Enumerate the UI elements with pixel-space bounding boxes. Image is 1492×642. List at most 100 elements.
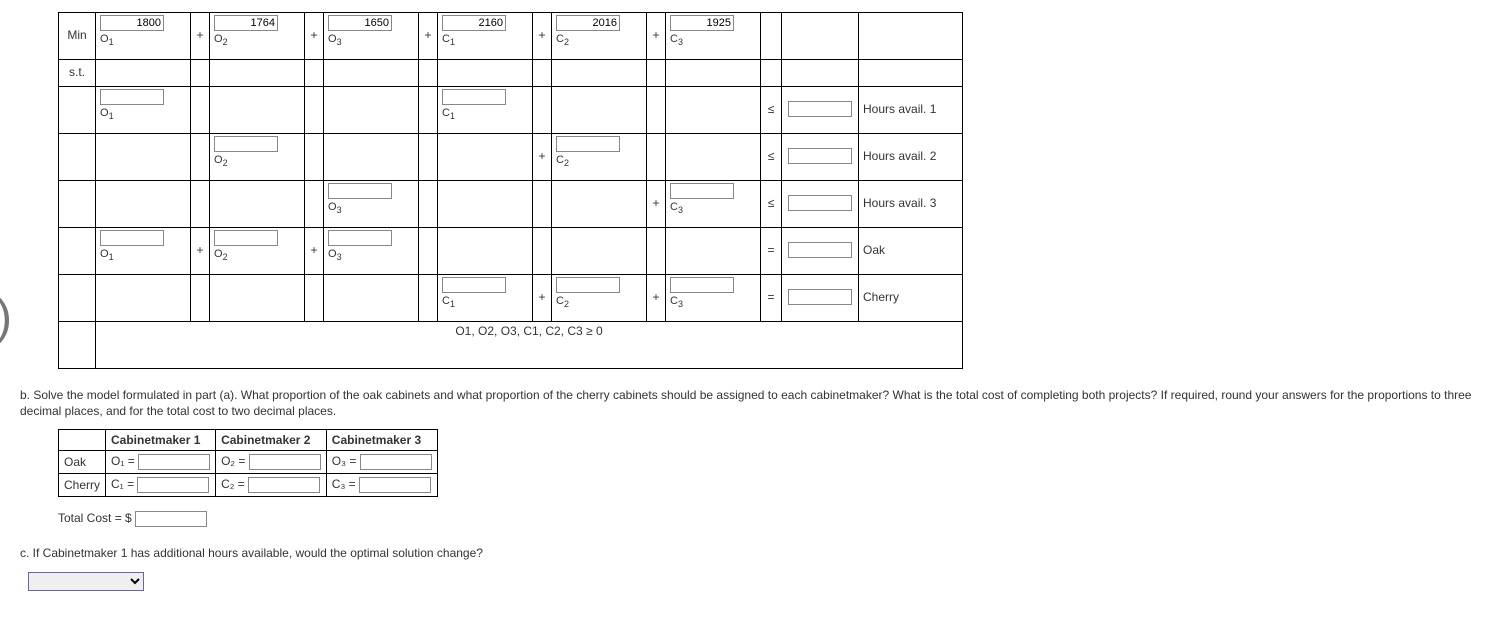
c3-coef-o3[interactable] [328, 183, 392, 199]
ans-header-c3: Cabinetmaker 3 [326, 430, 437, 451]
obj-coef-o2[interactable] [214, 15, 278, 31]
partial-parenthesis: ) [0, 290, 12, 345]
plus-c5-1: + [533, 275, 552, 322]
obj-cell-c3: C3 [666, 13, 761, 60]
ans-input-o1[interactable] [138, 454, 210, 470]
var-o2: O2 [214, 33, 228, 45]
c4-coef-o1[interactable] [100, 230, 164, 246]
c5-cell-c3: C3 [666, 275, 761, 322]
obj-rhs-lbl [859, 13, 963, 60]
obj-coef-c2[interactable] [556, 15, 620, 31]
obj-cell-c2: C2 [552, 13, 647, 60]
rhs-h3[interactable] [788, 195, 852, 211]
ans-label-o1: O₁ = [111, 454, 135, 468]
total-cost-label: Total Cost = $ [58, 511, 132, 525]
plus-4: + [533, 13, 552, 60]
rhs-label-h1: Hours avail. 1 [859, 87, 963, 134]
rhs-label-h3: Hours avail. 3 [859, 181, 963, 228]
plus-c4-1: + [191, 228, 210, 275]
c3-cell-c3: C3 [666, 181, 761, 228]
var-c1: C1 [442, 33, 455, 45]
var-c2: C2 [556, 33, 569, 45]
ans-label-o2: O₂ = [221, 454, 245, 468]
plus-c4-2: + [305, 228, 324, 275]
ans-label-c3: C₃ = [332, 477, 356, 491]
ans-label-c2: C₂ = [221, 477, 245, 491]
c4-cell-o1: O1 [96, 228, 191, 275]
c3-coef-c3[interactable] [670, 183, 734, 199]
c1-cell-c1: C1 [438, 87, 533, 134]
c4-coef-o2[interactable] [214, 230, 278, 246]
rel-le-2: ≤ [761, 134, 782, 181]
c4-cell-o3: O3 [324, 228, 419, 275]
obj-coef-c3[interactable] [670, 15, 734, 31]
rel-le-1: ≤ [761, 87, 782, 134]
obj-cell-c1: C1 [438, 13, 533, 60]
obj-coef-c1[interactable] [442, 15, 506, 31]
rhs-h1[interactable] [788, 101, 852, 117]
obj-cell-o3: O3 [324, 13, 419, 60]
total-cost-input[interactable] [135, 511, 207, 527]
plus-5: + [647, 13, 666, 60]
rhs-h2[interactable] [788, 148, 852, 164]
plus-c5-2: + [647, 275, 666, 322]
c5-cell-c2: C2 [552, 275, 647, 322]
rhs-cherry[interactable] [788, 289, 852, 305]
obj-coef-o3[interactable] [328, 15, 392, 31]
rhs-label-h2: Hours avail. 2 [859, 134, 963, 181]
obj-rhs-in [782, 13, 859, 60]
c2-cell-c2: C2 [552, 134, 647, 181]
ans-input-c3[interactable] [359, 477, 431, 493]
ans-row-cherry: Cherry [59, 474, 106, 497]
rhs-label-cherry: Cherry [859, 275, 963, 322]
c1-cell-o1: O1 [96, 87, 191, 134]
c2-cell-o2: O2 [210, 134, 305, 181]
ans-input-o3[interactable] [360, 454, 432, 470]
st-label: s.t. [59, 60, 96, 87]
rel-eq-cherry: = [761, 275, 782, 322]
ans-header-c1: Cabinetmaker 1 [106, 430, 216, 451]
c2-coef-o2[interactable] [214, 136, 278, 152]
part-c-text: c. If Cabinetmaker 1 has additional hour… [20, 545, 1472, 561]
ans-row-oak: Oak [59, 451, 106, 474]
answer-table: Cabinetmaker 1 Cabinetmaker 2 Cabinetmak… [58, 429, 438, 497]
plus-2: + [305, 13, 324, 60]
c1-coef-o1[interactable] [100, 89, 164, 105]
obj-label: Min [59, 13, 96, 60]
rel-eq-oak: = [761, 228, 782, 275]
obj-cell-o1: O1 [96, 13, 191, 60]
rhs-label-oak: Oak [859, 228, 963, 275]
ans-input-o2[interactable] [249, 454, 321, 470]
var-o1: O1 [100, 33, 114, 45]
c4-coef-o3[interactable] [328, 230, 392, 246]
plus-c3: + [647, 181, 666, 228]
ans-input-c1[interactable] [137, 477, 209, 493]
c5-coef-c3[interactable] [670, 277, 734, 293]
nonneg-constraint: O1, O2, O3, C1, C2, C3 ≥ 0 [96, 322, 963, 369]
obj-coef-o1[interactable] [100, 15, 164, 31]
ans-label-c1: C₁ = [111, 477, 134, 491]
ans-input-c2[interactable] [248, 477, 320, 493]
c5-coef-c2[interactable] [556, 277, 620, 293]
obj-cell-o2: O2 [210, 13, 305, 60]
plus-3: + [419, 13, 438, 60]
c5-cell-c1: C1 [438, 275, 533, 322]
ans-label-o3: O₃ = [332, 454, 357, 468]
ans-header-c2: Cabinetmaker 2 [216, 430, 327, 451]
plus-1: + [191, 13, 210, 60]
rhs-oak[interactable] [788, 242, 852, 258]
obj-rel [761, 13, 782, 60]
var-c3: C3 [670, 33, 683, 45]
rel-le-3: ≤ [761, 181, 782, 228]
c2-coef-c2[interactable] [556, 136, 620, 152]
ans-header-blank [59, 430, 106, 451]
part-b-text: b. Solve the model formulated in part (a… [20, 387, 1472, 419]
lp-table: Min O1 + O2 + O3 + C1 + C2 + C3 [58, 12, 963, 369]
c3-cell-o3: O3 [324, 181, 419, 228]
c5-coef-c1[interactable] [442, 277, 506, 293]
plus-c2: + [533, 134, 552, 181]
part-c-select[interactable] [28, 572, 144, 591]
c1-coef-c1[interactable] [442, 89, 506, 105]
var-o3: O3 [328, 33, 342, 45]
c4-cell-o2: O2 [210, 228, 305, 275]
